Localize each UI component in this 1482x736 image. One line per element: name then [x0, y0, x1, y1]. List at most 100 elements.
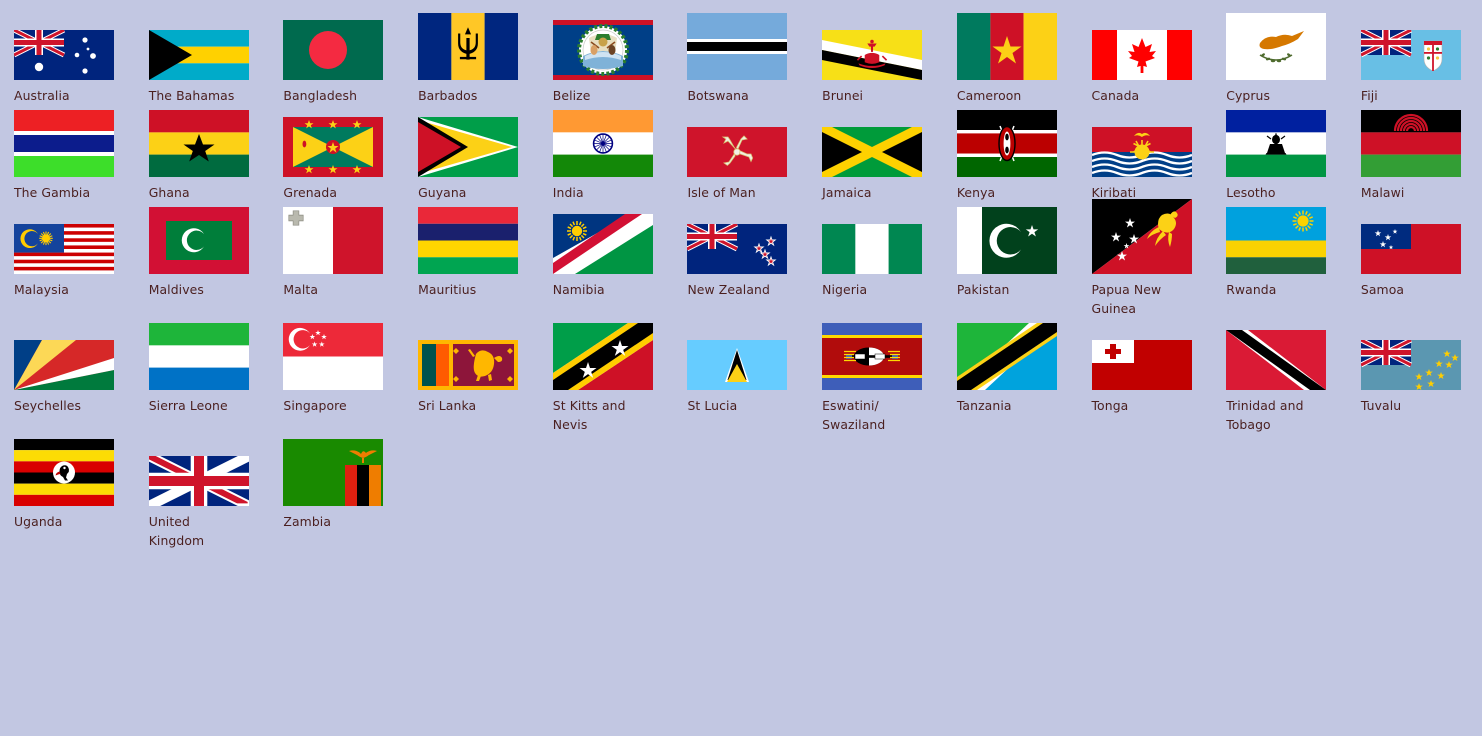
flag-cell-nigeria[interactable]: Nigeria	[808, 202, 943, 318]
flag-cell-mauritius[interactable]: Mauritius	[404, 202, 539, 318]
flag-cell-zambia[interactable]: Zambia	[269, 434, 404, 550]
flag-cell-botswana[interactable]: Botswana	[673, 8, 808, 105]
flag-label: Kenya	[956, 185, 996, 200]
flag-image-trinidad-and-tobago	[1226, 318, 1327, 390]
flag-image-maldives	[148, 202, 249, 274]
flag-label: Eswatini/ Swaziland	[822, 398, 886, 432]
flag-cell-canada[interactable]: Canada	[1078, 8, 1213, 105]
flag-label: Lesotho	[1226, 185, 1276, 200]
flag-label: The Bahamas	[148, 88, 235, 103]
flag-cell-tuvalu[interactable]: Tuvalu	[1347, 318, 1482, 434]
flag-cell-the-bahamas[interactable]: The Bahamas	[135, 8, 270, 105]
flag-grid: Australia The Bahamas Bangladesh Barbado…	[0, 0, 1482, 550]
flag-cell-singapore[interactable]: Singapore	[269, 318, 404, 434]
flag-label: Australia	[14, 88, 70, 103]
flag-cell-belize[interactable]: Belize	[539, 8, 674, 105]
flag-cell-kenya[interactable]: Kenya	[943, 105, 1078, 202]
flag-image-lesotho	[1226, 105, 1327, 177]
flag-image-bangladesh	[283, 8, 384, 80]
flag-cell-australia[interactable]: Australia	[0, 8, 135, 105]
flag-label: Canada	[1091, 88, 1140, 103]
flag-image-tonga	[1091, 318, 1192, 390]
flag-image-rwanda	[1226, 202, 1327, 274]
flag-label: Sierra Leone	[148, 398, 228, 413]
flag-label: United Kingdom	[148, 514, 205, 548]
flag-cell-fiji[interactable]: Fiji	[1347, 8, 1482, 105]
flag-label: The Gambia	[14, 185, 91, 200]
flag-cell-st-kitts-and-nevis[interactable]: St Kitts and Nevis	[539, 318, 674, 434]
flag-image-barbados	[418, 8, 519, 80]
flag-label: Malta	[283, 282, 319, 297]
flag-cell-barbados[interactable]: Barbados	[404, 8, 539, 105]
flag-image-guyana	[418, 105, 519, 177]
flag-cell-united-kingdom[interactable]: United Kingdom	[135, 434, 270, 550]
flag-label: Singapore	[283, 398, 347, 413]
flag-cell-brunei[interactable]: Brunei	[808, 8, 943, 105]
flag-label: Belize	[552, 88, 591, 103]
flag-cell-bangladesh[interactable]: Bangladesh	[269, 8, 404, 105]
flag-cell-the-gambia[interactable]: The Gambia	[0, 105, 135, 202]
flag-label: Brunei	[822, 88, 864, 103]
flag-cell-trinidad-and-tobago[interactable]: Trinidad and Tobago	[1212, 318, 1347, 434]
flag-image-eswatini-swaziland	[822, 318, 923, 390]
flag-label: Barbados	[418, 88, 478, 103]
flag-image-australia	[14, 8, 114, 80]
flag-cell-samoa[interactable]: Samoa	[1347, 202, 1482, 318]
flag-label: Guyana	[418, 185, 467, 200]
flag-cell-ghana[interactable]: Ghana	[135, 105, 270, 202]
flag-label: Seychelles	[14, 398, 82, 413]
flag-cell-jamaica[interactable]: Jamaica	[808, 105, 943, 202]
flag-cell-grenada[interactable]: Grenada	[269, 105, 404, 202]
flag-image-new-zealand	[687, 202, 788, 274]
flag-image-st-lucia	[687, 318, 788, 390]
flag-cell-malaysia[interactable]: Malaysia	[0, 202, 135, 318]
flag-cell-isle-of-man[interactable]: Isle of Man	[673, 105, 808, 202]
flag-image-kenya	[956, 105, 1057, 177]
flag-cell-eswatini-swaziland[interactable]: Eswatini/ Swaziland	[808, 318, 943, 434]
flag-image-the-gambia	[14, 105, 114, 177]
flag-image-tanzania	[956, 318, 1057, 390]
flag-cell-india[interactable]: India	[539, 105, 674, 202]
flag-cell-pakistan[interactable]: Pakistan	[943, 202, 1078, 318]
flag-cell-rwanda[interactable]: Rwanda	[1212, 202, 1347, 318]
flag-image-cyprus	[1226, 8, 1327, 80]
flag-cell-uganda[interactable]: Uganda	[0, 434, 135, 550]
flag-image-papua-new-guinea	[1091, 199, 1192, 274]
flag-cell-st-lucia[interactable]: St Lucia	[673, 318, 808, 434]
flag-cell-malawi[interactable]: Malawi	[1347, 105, 1482, 202]
flag-cell-maldives[interactable]: Maldives	[135, 202, 270, 318]
flag-cell-cyprus[interactable]: Cyprus	[1212, 8, 1347, 105]
flag-cell-kiribati[interactable]: Kiribati	[1078, 105, 1213, 202]
flag-label: St Lucia	[687, 398, 738, 413]
flag-cell-new-zealand[interactable]: New Zealand	[673, 202, 808, 318]
flag-label: Rwanda	[1226, 282, 1277, 297]
flag-cell-tanzania[interactable]: Tanzania	[943, 318, 1078, 434]
flag-label: Cyprus	[1226, 88, 1271, 103]
flag-image-ghana	[148, 105, 249, 177]
flag-label: India	[552, 185, 584, 200]
flag-cell-namibia[interactable]: Namibia	[539, 202, 674, 318]
flag-label: Cameroon	[956, 88, 1022, 103]
flag-label: Malaysia	[14, 282, 69, 297]
flag-cell-seychelles[interactable]: Seychelles	[0, 318, 135, 434]
flag-label: New Zealand	[687, 282, 770, 297]
flag-cell-tonga[interactable]: Tonga	[1078, 318, 1213, 434]
flag-image-belize	[552, 8, 653, 80]
flag-image-canada	[1091, 8, 1192, 80]
flag-label: Nigeria	[822, 282, 868, 297]
flag-image-fiji	[1360, 8, 1461, 80]
flag-label: Maldives	[148, 282, 204, 297]
flag-label: Samoa	[1360, 282, 1405, 297]
flag-label: Tanzania	[956, 398, 1012, 413]
flag-cell-cameroon[interactable]: Cameroon	[943, 8, 1078, 105]
flag-cell-papua-new-guinea[interactable]: Papua New Guinea	[1078, 199, 1213, 318]
flag-image-india	[552, 105, 653, 177]
flag-label: Tuvalu	[1360, 398, 1402, 413]
flag-cell-sri-lanka[interactable]: Sri Lanka	[404, 318, 539, 434]
flag-cell-lesotho[interactable]: Lesotho	[1212, 105, 1347, 202]
flag-cell-malta[interactable]: Malta	[269, 202, 404, 318]
flag-cell-guyana[interactable]: Guyana	[404, 105, 539, 202]
flag-cell-sierra-leone[interactable]: Sierra Leone	[135, 318, 270, 434]
flag-image-st-kitts-and-nevis	[552, 318, 653, 390]
flag-image-zambia	[283, 434, 384, 506]
